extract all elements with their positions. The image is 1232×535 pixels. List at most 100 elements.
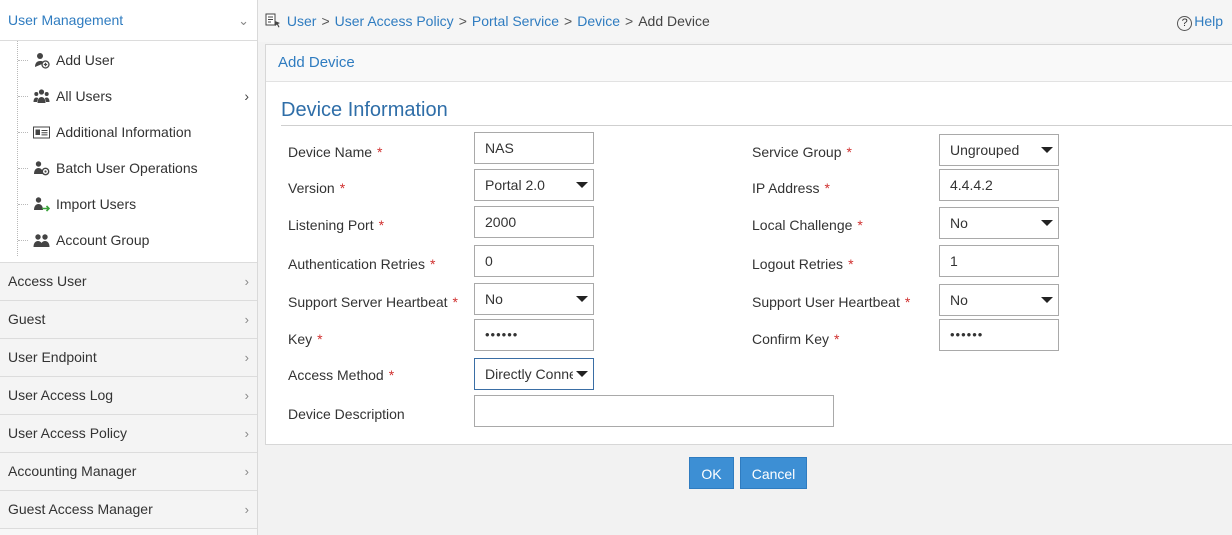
ip-address-label: IP Address * <box>752 180 830 196</box>
service-group-select[interactable]: Ungrouped <box>939 134 1059 166</box>
listening-port-label: Listening Port * <box>288 217 385 233</box>
local-challenge-selected-value: No <box>950 215 968 231</box>
users-batch-icon <box>34 161 50 176</box>
device-description-input[interactable] <box>474 395 834 427</box>
section-divider <box>281 125 1232 126</box>
access-method-label: Access Method * <box>288 367 395 383</box>
section-title: Device Information <box>281 99 448 121</box>
account-group-icon <box>33 234 50 247</box>
help-icon: ? <box>1177 16 1193 31</box>
logout-retries-input[interactable]: 1 <box>939 245 1059 277</box>
server-heartbeat-selected-value: No <box>485 291 503 307</box>
dropdown-arrow-icon <box>1041 297 1053 303</box>
sidebar-section-label: Accounting Manager <box>8 463 137 479</box>
ip-address-input[interactable]: 4.4.4.2 <box>939 169 1059 201</box>
breadcrumb-device[interactable]: Device <box>577 13 620 29</box>
device-name-label: Device Name * <box>288 144 383 160</box>
sidebar-section-label: Guest Access Manager <box>8 501 153 517</box>
sidebar-item-account-group[interactable]: Account Group <box>0 222 257 258</box>
version-selected-value: Portal 2.0 <box>485 177 545 193</box>
service-group-selected-value: Ungrouped <box>950 142 1020 158</box>
key-input[interactable]: •••••• <box>474 319 594 351</box>
sidebar-item-label: Additional Information <box>56 124 192 140</box>
auth-retries-input[interactable]: 0 <box>474 245 594 277</box>
sidebar-section-guest[interactable]: Guest › <box>0 301 257 339</box>
user-import-icon <box>34 197 50 212</box>
id-card-icon <box>33 126 50 139</box>
sidebar-item-label: Add User <box>56 52 115 68</box>
sidebar-section-user-management[interactable]: User Management ⌄ <box>0 0 257 41</box>
user-add-icon <box>35 53 50 69</box>
version-label: Version * <box>288 180 346 196</box>
local-challenge-select[interactable]: No <box>939 207 1059 239</box>
sidebar-item-label: All Users <box>56 88 113 104</box>
chevron-right-icon: › <box>244 502 249 517</box>
server-heartbeat-select[interactable]: No <box>474 283 594 315</box>
ok-button[interactable]: OK <box>689 457 734 489</box>
help-link[interactable]: ? Help <box>1177 11 1223 31</box>
confirm-key-input[interactable]: •••••• <box>939 319 1059 351</box>
version-select[interactable]: Portal 2.0 <box>474 169 594 201</box>
sidebar-item-import-users[interactable]: Import Users <box>0 186 257 222</box>
sidebar-submenu: Add User All Users › Additional Informat… <box>0 41 257 263</box>
confirm-key-label: Confirm Key * <box>752 331 840 347</box>
sidebar-item-batch-user-operations[interactable]: Batch User Operations <box>0 150 257 186</box>
add-device-panel: Add Device Device Information Device Nam… <box>265 44 1232 445</box>
sidebar: User Management ⌄ Add User All Users › A… <box>0 0 258 535</box>
sidebar-item-additional-information[interactable]: Additional Information <box>0 114 257 150</box>
sidebar-item-label: Batch User Operations <box>56 160 198 176</box>
navigation-icon <box>265 13 280 28</box>
listening-port-input[interactable]: 2000 <box>474 206 594 238</box>
breadcrumb-separator: > <box>321 13 330 29</box>
dropdown-arrow-icon <box>1041 220 1053 226</box>
breadcrumb-user[interactable]: User <box>287 13 317 29</box>
sidebar-item-label: Account Group <box>56 232 150 248</box>
breadcrumb-separator: > <box>564 13 573 29</box>
sidebar-section-access-user[interactable]: Access User › <box>0 263 257 301</box>
local-challenge-label: Local Challenge * <box>752 217 863 233</box>
sidebar-section-label: Access User <box>8 273 87 289</box>
access-method-select[interactable]: Directly Connected <box>474 358 594 390</box>
sidebar-section-label: User Management <box>8 12 124 28</box>
sidebar-section-user-access-policy[interactable]: User Access Policy › <box>0 415 257 453</box>
sidebar-section-guest-access-manager[interactable]: Guest Access Manager › <box>0 491 257 529</box>
sidebar-section-user-access-log[interactable]: User Access Log › <box>0 377 257 415</box>
breadcrumb-separator: > <box>625 13 634 29</box>
chevron-right-icon: › <box>244 350 249 365</box>
device-description-label: Device Description <box>288 406 405 422</box>
user-heartbeat-select[interactable]: No <box>939 284 1059 316</box>
main-area: Add Device Device Information Device Nam… <box>258 42 1232 535</box>
help-label: Help <box>1194 13 1223 29</box>
chevron-right-icon: › <box>244 312 249 327</box>
dropdown-arrow-icon <box>576 371 588 377</box>
breadcrumb-separator: > <box>458 13 467 29</box>
breadcrumb: User > User Access Policy > Portal Service > D… <box>265 11 710 31</box>
chevron-down-icon: ⌄ <box>238 13 249 28</box>
chevron-right-icon: › <box>244 274 249 289</box>
breadcrumb-user-access-policy[interactable]: User Access Policy <box>335 13 454 29</box>
auth-retries-label: Authentication Retries * <box>288 256 436 272</box>
device-name-input[interactable]: NAS <box>474 132 594 164</box>
sidebar-section-label: User Endpoint <box>8 349 97 365</box>
logout-retries-label: Logout Retries * <box>752 256 854 272</box>
user-heartbeat-label: Support User Heartbeat * <box>752 294 911 310</box>
server-heartbeat-label: Support Server Heartbeat * <box>288 294 458 310</box>
sidebar-item-add-user[interactable]: Add User <box>0 42 257 78</box>
sidebar-section-accounting-manager[interactable]: Accounting Manager › <box>0 453 257 491</box>
panel-title: Add Device <box>266 45 1232 82</box>
chevron-right-icon: › <box>244 388 249 403</box>
breadcrumb-portal-service[interactable]: Portal Service <box>472 13 559 29</box>
dropdown-arrow-icon <box>576 296 588 302</box>
sidebar-item-label: Import Users <box>56 196 137 212</box>
sidebar-item-all-users[interactable]: All Users › <box>0 78 257 114</box>
dropdown-arrow-icon <box>1041 147 1053 153</box>
chevron-right-icon: › <box>244 464 249 479</box>
user-heartbeat-selected-value: No <box>950 292 968 308</box>
sidebar-section-label: Guest <box>8 311 46 327</box>
top-bar: User > User Access Policy > Portal Service > D… <box>258 0 1232 42</box>
key-label: Key * <box>288 331 323 347</box>
sidebar-section-label: User Access Log <box>8 387 114 403</box>
chevron-right-icon: › <box>244 88 249 104</box>
sidebar-section-user-endpoint[interactable]: User Endpoint › <box>0 339 257 377</box>
cancel-button[interactable]: Cancel <box>740 457 807 489</box>
